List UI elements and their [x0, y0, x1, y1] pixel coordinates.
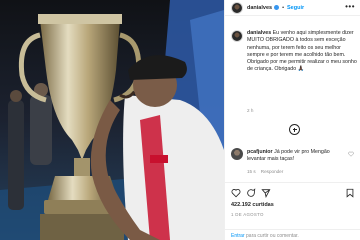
caption-author-avatar[interactable] — [231, 30, 243, 42]
save-bookmark-icon[interactable] — [345, 188, 355, 198]
photo-illustration — [0, 0, 224, 240]
author-avatar[interactable] — [231, 1, 243, 14]
header-separator: • — [282, 4, 285, 11]
comment-timestamp: 15 s — [247, 169, 256, 174]
login-footer: Entrar para curtir ou comentar. — [225, 229, 360, 240]
comment: pcafjunior Já pode vir pro Mengão levant… — [247, 149, 343, 164]
post-sidebar: danialves • Seguir ••• danialves Eu venh… — [224, 0, 360, 240]
load-more-comments-icon[interactable] — [289, 124, 300, 135]
comment-meta: 15 s Responder — [247, 169, 283, 174]
more-options-icon[interactable]: ••• — [345, 3, 355, 11]
comment-username[interactable]: pcafjunior — [247, 149, 273, 155]
caption-username[interactable]: danialves — [247, 30, 271, 36]
commenter-avatar[interactable] — [231, 148, 243, 160]
comment-icon[interactable] — [246, 188, 256, 198]
action-bar — [225, 182, 360, 200]
like-heart-icon[interactable] — [231, 188, 241, 198]
share-icon[interactable] — [261, 188, 271, 198]
author-username[interactable]: danialves — [247, 5, 272, 11]
login-footer-text: para curtir ou comentar. — [246, 233, 299, 239]
caption-text: Eu venho aqui simplesmente dizer MUITO O… — [247, 30, 357, 73]
verified-badge-icon — [274, 5, 280, 10]
post-photo[interactable] — [0, 0, 224, 240]
post-header: danialves • Seguir ••• — [225, 0, 360, 16]
caption-timestamp: 2 h — [247, 108, 254, 113]
post-caption: danialves Eu venho aqui simplesmente diz… — [247, 30, 357, 74]
follow-button[interactable]: Seguir — [287, 5, 304, 11]
reply-button[interactable]: Responder — [261, 169, 283, 174]
login-link[interactable]: Entrar — [231, 233, 245, 239]
post-date: 1 DE AGOSTO — [231, 212, 264, 217]
comment-like-icon[interactable] — [348, 151, 354, 157]
likes-count[interactable]: 422.192 curtidas — [231, 202, 274, 208]
